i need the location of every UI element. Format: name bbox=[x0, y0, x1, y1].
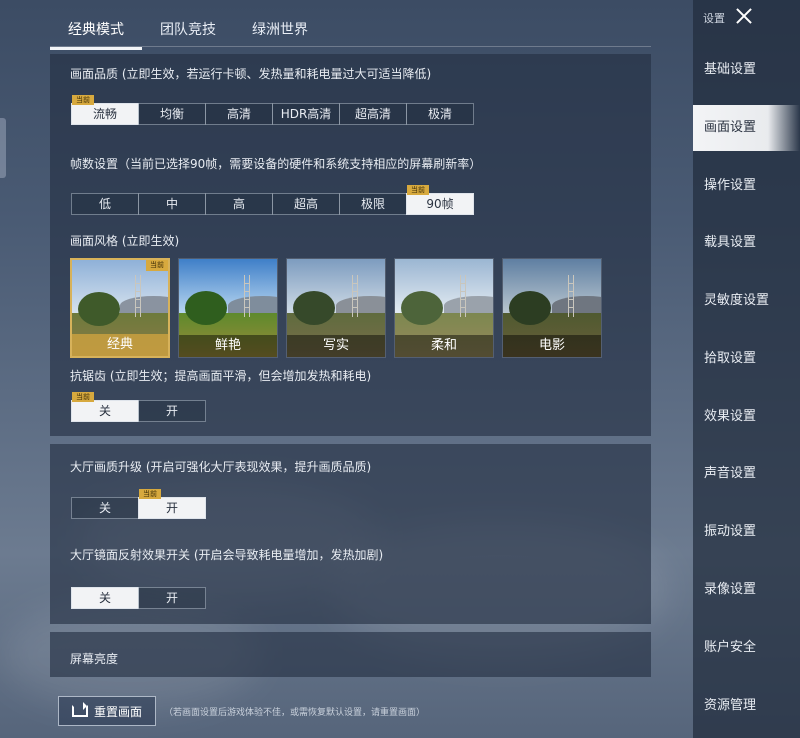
style-option-label: 经典 bbox=[72, 334, 168, 356]
framerate-label: 帧数设置（当前已选择90帧，需要设备的硬件和系统支持相应的屏幕刷新率） bbox=[70, 157, 482, 171]
framerate-option-high[interactable]: 高 bbox=[205, 193, 273, 215]
lobby-reflection-toggle: 关 开 bbox=[71, 587, 206, 609]
current-badge: 当前 bbox=[72, 392, 94, 402]
framerate-selector: 低 中 高 超高 极限 当前 90帧 bbox=[71, 185, 474, 215]
tower-icon bbox=[459, 274, 466, 317]
style-option-label: 电影 bbox=[503, 335, 601, 357]
sidebar-item-recording[interactable]: 录像设置 bbox=[693, 567, 800, 613]
tab-divider bbox=[50, 46, 651, 47]
tower-icon bbox=[243, 274, 250, 317]
lobby-upgrade-on[interactable]: 当前开 bbox=[138, 489, 206, 519]
current-badge: 当前 bbox=[72, 95, 94, 105]
framerate-option-low[interactable]: 低 bbox=[71, 193, 139, 215]
style-option-realistic[interactable]: 写实 bbox=[286, 258, 386, 358]
refresh-icon bbox=[71, 702, 88, 717]
quality-option-extreme[interactable]: 极清 bbox=[406, 103, 474, 125]
antialias-off[interactable]: 当前关 bbox=[71, 392, 139, 422]
tower-icon bbox=[135, 275, 142, 318]
framerate-option-ultra[interactable]: 超高 bbox=[272, 193, 340, 215]
framerate-option-90fps[interactable]: 当前 90帧 bbox=[406, 185, 474, 215]
left-edge-handle[interactable] bbox=[0, 118, 6, 178]
current-badge: 当前 bbox=[146, 260, 168, 271]
settings-title: 设置 bbox=[703, 12, 725, 25]
style-option-label: 写实 bbox=[287, 335, 385, 357]
sidebar-item-controls[interactable]: 操作设置 bbox=[693, 163, 800, 209]
style-option-vivid[interactable]: 鲜艳 bbox=[178, 258, 278, 358]
style-option-classic[interactable]: 当前 经典 bbox=[70, 258, 170, 358]
sidebar-item-sensitivity[interactable]: 灵敏度设置 bbox=[693, 278, 800, 324]
tab-team[interactable]: 团队竞技 bbox=[142, 16, 234, 44]
style-option-label: 柔和 bbox=[395, 335, 493, 357]
current-badge: 当前 bbox=[407, 185, 429, 195]
sidebar-item-account[interactable]: 账户安全 bbox=[693, 625, 800, 671]
tower-icon bbox=[567, 274, 574, 317]
style-selector: 当前 经典 鲜艳 写实 柔和 电影 bbox=[70, 258, 602, 358]
sidebar-item-sound[interactable]: 声音设置 bbox=[693, 451, 800, 497]
lobby-upgrade-label: 大厅画质升级 (开启可强化大厅表现效果，提升画质品质) bbox=[70, 460, 372, 474]
sidebar-item-effects[interactable]: 效果设置 bbox=[693, 394, 800, 440]
antialias-toggle: 当前关 开 bbox=[71, 392, 206, 422]
quality-label: 画面品质 (立即生效，若运行卡顿、发热量和耗电量过大可适当降低) bbox=[70, 67, 432, 81]
quality-option-hd[interactable]: 高清 bbox=[205, 103, 273, 125]
brightness-label: 屏幕亮度 bbox=[70, 652, 119, 666]
style-option-label: 鲜艳 bbox=[179, 335, 277, 357]
quality-option-hdr[interactable]: HDR高清 bbox=[272, 103, 340, 125]
quality-option-smooth[interactable]: 当前 流畅 bbox=[71, 95, 139, 125]
style-option-cinema[interactable]: 电影 bbox=[502, 258, 602, 358]
lobby-reflection-off[interactable]: 关 bbox=[71, 587, 139, 609]
reset-graphics-button[interactable]: 重置画面 bbox=[58, 696, 156, 726]
lobby-upgrade-toggle: 关 当前开 bbox=[71, 489, 206, 519]
brightness-panel bbox=[50, 632, 651, 677]
close-icon[interactable] bbox=[732, 4, 756, 28]
style-label: 画面风格 (立即生效) bbox=[70, 234, 180, 248]
quality-selector: 当前 流畅 均衡 高清 HDR高清 超高清 极清 bbox=[71, 95, 474, 125]
mode-tabs: 经典模式 团队竞技 绿洲世界 bbox=[50, 16, 326, 50]
sidebar-item-vibration[interactable]: 振动设置 bbox=[693, 509, 800, 555]
style-option-soft[interactable]: 柔和 bbox=[394, 258, 494, 358]
framerate-option-extreme[interactable]: 极限 bbox=[339, 193, 407, 215]
tower-icon bbox=[351, 274, 358, 317]
sidebar-item-pickup[interactable]: 拾取设置 bbox=[693, 336, 800, 382]
sidebar-item-vehicle[interactable]: 载具设置 bbox=[693, 220, 800, 266]
reset-note: （若画面设置后游戏体验不佳，或需恢复默认设置，请重置画面） bbox=[164, 708, 426, 718]
tab-oasis[interactable]: 绿洲世界 bbox=[234, 16, 326, 44]
framerate-option-medium[interactable]: 中 bbox=[138, 193, 206, 215]
sidebar-item-graphics[interactable]: 画面设置 bbox=[693, 105, 800, 151]
antialias-on[interactable]: 开 bbox=[138, 400, 206, 422]
lobby-reflection-on[interactable]: 开 bbox=[138, 587, 206, 609]
lobby-upgrade-off[interactable]: 关 bbox=[71, 497, 139, 519]
quality-option-uhd[interactable]: 超高清 bbox=[339, 103, 407, 125]
antialias-label: 抗锯齿 (立即生效；提高画面平滑，但会增加发热和耗电) bbox=[70, 369, 372, 383]
sidebar-item-resources[interactable]: 资源管理 bbox=[693, 683, 800, 729]
lobby-reflection-label: 大厅镜面反射效果开关 (开启会导致耗电量增加，发热加剧) bbox=[70, 548, 384, 562]
current-badge: 当前 bbox=[139, 489, 161, 499]
quality-option-balanced[interactable]: 均衡 bbox=[138, 103, 206, 125]
tab-classic[interactable]: 经典模式 bbox=[50, 16, 142, 50]
sidebar-item-basic[interactable]: 基础设置 bbox=[693, 47, 800, 93]
